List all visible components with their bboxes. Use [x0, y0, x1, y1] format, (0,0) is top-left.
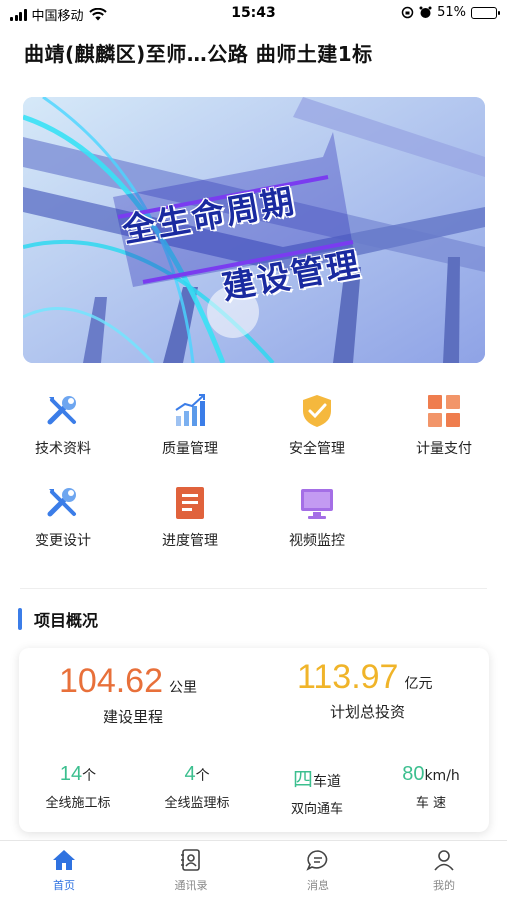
bar-chart-icon: [175, 394, 205, 426]
menu-item-video[interactable]: 视频监控: [262, 484, 372, 550]
wrench-screwdriver-icon: [47, 488, 76, 517]
mileage-stat: 104.62 公里: [59, 662, 197, 701]
investment-label: 计划总投资: [330, 703, 406, 721]
status-right: 51%: [401, 5, 500, 20]
stat-number: 四: [293, 769, 313, 791]
menu-item-design-change[interactable]: 变更设计: [8, 484, 118, 550]
tab-messages[interactable]: 消息: [278, 849, 358, 893]
stat-label: 双向通车: [290, 802, 343, 817]
grid-icon: [428, 395, 460, 427]
overview-card: 104.62 公里 建设里程 113.97 亿元 计划总投资 14个 全线施工标 4…: [19, 648, 489, 832]
menu-label: 变更设计: [35, 533, 91, 549]
stat-supervision-lots: 4个 全线监理标: [142, 763, 252, 811]
wrench-screwdriver-icon: [47, 396, 76, 425]
stat-lanes: 四车道 双向通车: [262, 763, 372, 817]
battery-percent: 51%: [437, 5, 466, 20]
banner[interactable]: 全生命周期 建设管理: [23, 97, 485, 363]
menu-label: 技术资料: [35, 441, 91, 457]
tab-contacts[interactable]: 通讯录: [151, 849, 231, 893]
section-accent-bar: [18, 608, 22, 630]
stat-number: 14: [59, 763, 83, 785]
stat-unit: 车道: [313, 774, 341, 790]
stat-number: 4: [184, 763, 196, 785]
stat-label: 全线施工标: [45, 796, 111, 811]
menu-label: 进度管理: [162, 533, 218, 549]
menu-label: 计量支付: [416, 441, 472, 457]
investment-unit: 亿元: [404, 676, 433, 692]
tab-label: 消息: [307, 879, 329, 892]
document-icon: [176, 487, 204, 519]
stat-label: 车 速: [415, 796, 447, 811]
alarm-icon: [419, 6, 432, 18]
section-title: 项目概况: [34, 611, 99, 630]
home-icon: [53, 850, 75, 870]
stat-unit: km/h: [424, 768, 460, 784]
menu-label: 安全管理: [289, 441, 345, 457]
shield-check-icon: [303, 395, 331, 427]
menu-label: 视频监控: [289, 533, 345, 549]
page-title: 曲靖(麒麟区)至师…公路 曲师土建1标: [24, 42, 373, 66]
tab-label: 通讯录: [174, 879, 208, 892]
tab-me[interactable]: 我的: [404, 849, 484, 893]
status-bar: 中国移动 15:43 51%: [0, 0, 507, 28]
stat-unit: 个: [195, 768, 210, 784]
divider: [20, 588, 487, 589]
menu-item-safety[interactable]: 安全管理: [262, 392, 372, 458]
stat-unit: 个: [82, 768, 97, 784]
monitor-icon: [301, 489, 333, 519]
message-icon: [306, 850, 328, 871]
menu-item-progress[interactable]: 进度管理: [135, 484, 245, 550]
rotation-lock-icon: [401, 6, 414, 19]
menu-item-tech-docs[interactable]: 技术资料: [8, 392, 118, 458]
battery-icon: [471, 6, 500, 19]
tab-label: 首页: [53, 879, 75, 892]
mileage-value: 104.62: [59, 662, 163, 700]
menu-item-payment[interactable]: 计量支付: [389, 392, 499, 458]
tab-home[interactable]: 首页: [24, 849, 104, 893]
menu-label: 质量管理: [162, 441, 218, 457]
mileage-unit: 公里: [169, 680, 197, 696]
menu-item-quality[interactable]: 质量管理: [135, 392, 245, 458]
stat-speed: 80km/h 车 速: [376, 763, 486, 811]
investment-value: 113.97: [297, 658, 399, 696]
tab-label: 我的: [433, 879, 455, 892]
investment-stat: 113.97 亿元: [297, 658, 432, 697]
banner-illustration: [23, 97, 485, 363]
stat-construction-lots: 14个 全线施工标: [23, 763, 133, 811]
mileage-label: 建设里程: [103, 708, 164, 726]
contacts-icon: [181, 849, 200, 871]
person-icon: [434, 850, 454, 871]
tab-bar: 首页 通讯录 消息 我的: [0, 840, 507, 900]
section-header: 项目概况: [18, 607, 98, 631]
stat-number: 80: [402, 763, 425, 785]
stat-label: 全线监理标: [164, 796, 230, 811]
